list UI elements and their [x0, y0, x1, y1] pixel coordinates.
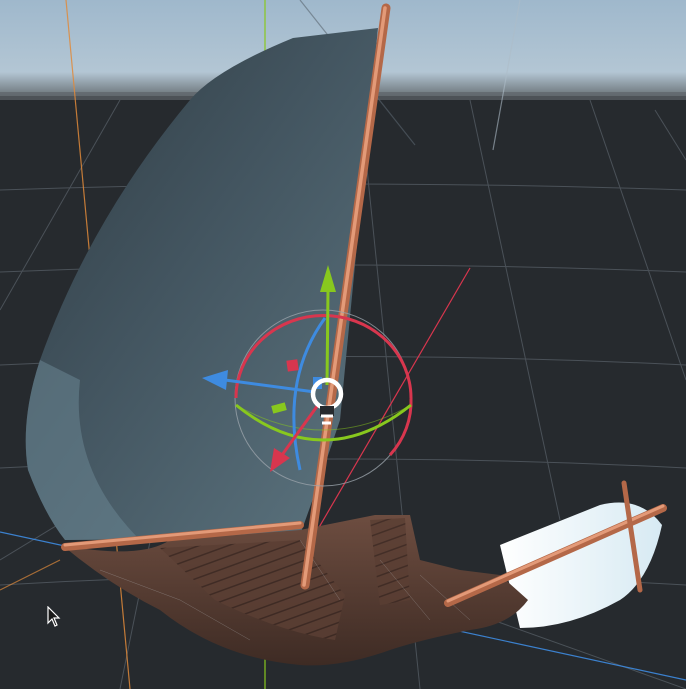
- viewport-scene[interactable]: [0, 0, 686, 689]
- mouse-pointer-icon: [47, 606, 61, 627]
- gizmo-plane-handle-red: [286, 359, 299, 372]
- gizmo-y-axis: [325, 289, 330, 386]
- 3d-viewport[interactable]: [0, 0, 686, 689]
